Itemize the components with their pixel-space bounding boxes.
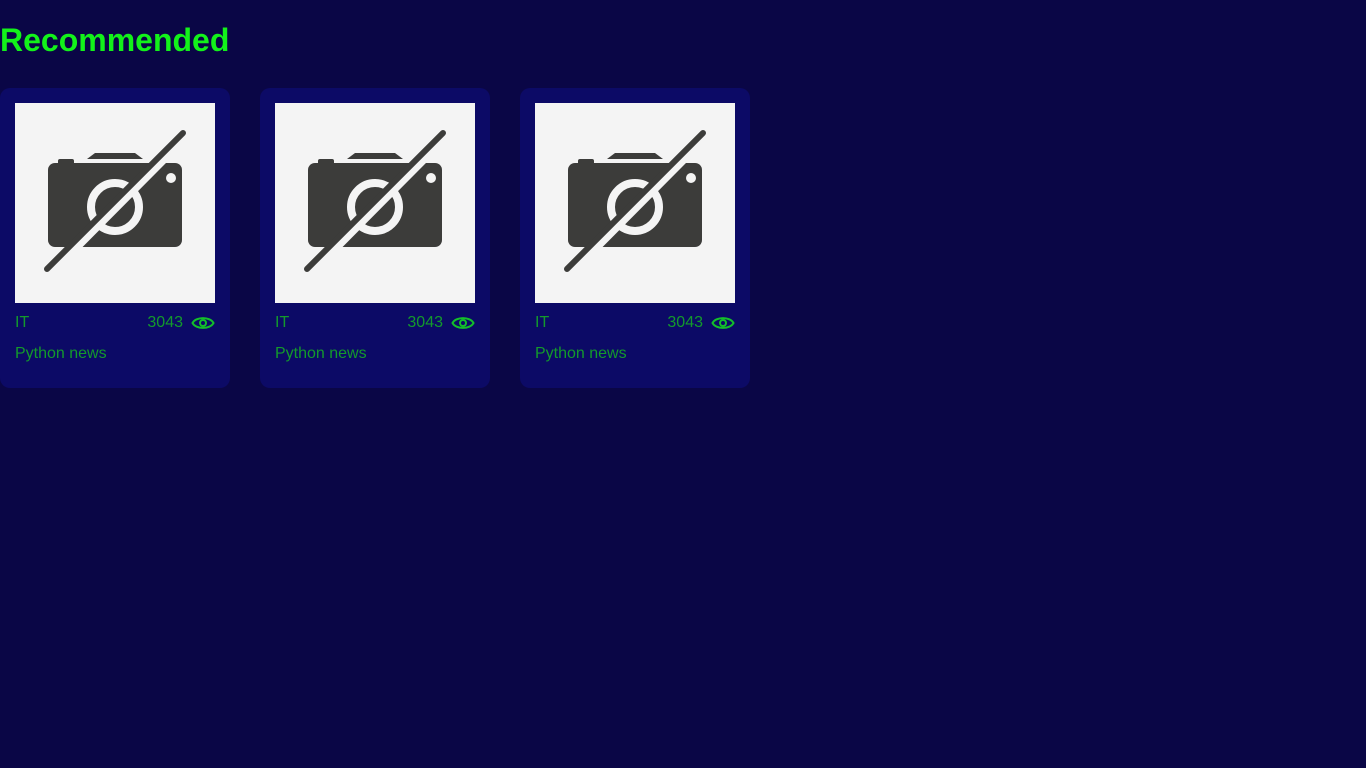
card-meta: IT 3043	[15, 312, 215, 334]
card-category: IT	[275, 314, 290, 331]
card-category: IT	[535, 314, 550, 331]
card-views: 3043	[147, 314, 215, 332]
section-title: Recommended	[0, 22, 230, 58]
views-count: 3043	[407, 314, 443, 331]
card-views: 3043	[407, 314, 475, 332]
card-title[interactable]: Python news	[15, 344, 215, 364]
news-card[interactable]: IT 3043 Python news	[0, 88, 230, 388]
card-meta: IT 3043	[535, 312, 735, 334]
card-title[interactable]: Python news	[535, 344, 735, 364]
no-photo-icon	[563, 129, 712, 279]
card-list: IT 3043 Python news IT 3043 Python news …	[0, 88, 750, 388]
card-category: IT	[15, 314, 30, 331]
no-photo-icon	[303, 129, 452, 279]
page: Recommended IT 3043 Python news IT 3043 …	[0, 0, 1366, 768]
card-thumbnail[interactable]	[535, 103, 735, 303]
news-card[interactable]: IT 3043 Python news	[520, 88, 750, 388]
card-thumbnail[interactable]	[275, 103, 475, 303]
card-meta: IT 3043	[275, 312, 475, 334]
eye-icon	[191, 317, 215, 329]
views-count: 3043	[147, 314, 183, 331]
no-photo-icon	[43, 129, 192, 279]
eye-icon	[711, 317, 735, 329]
card-title[interactable]: Python news	[275, 344, 475, 364]
eye-icon	[451, 317, 475, 329]
card-views: 3043	[667, 314, 735, 332]
card-thumbnail[interactable]	[15, 103, 215, 303]
news-card[interactable]: IT 3043 Python news	[260, 88, 490, 388]
views-count: 3043	[667, 314, 703, 331]
